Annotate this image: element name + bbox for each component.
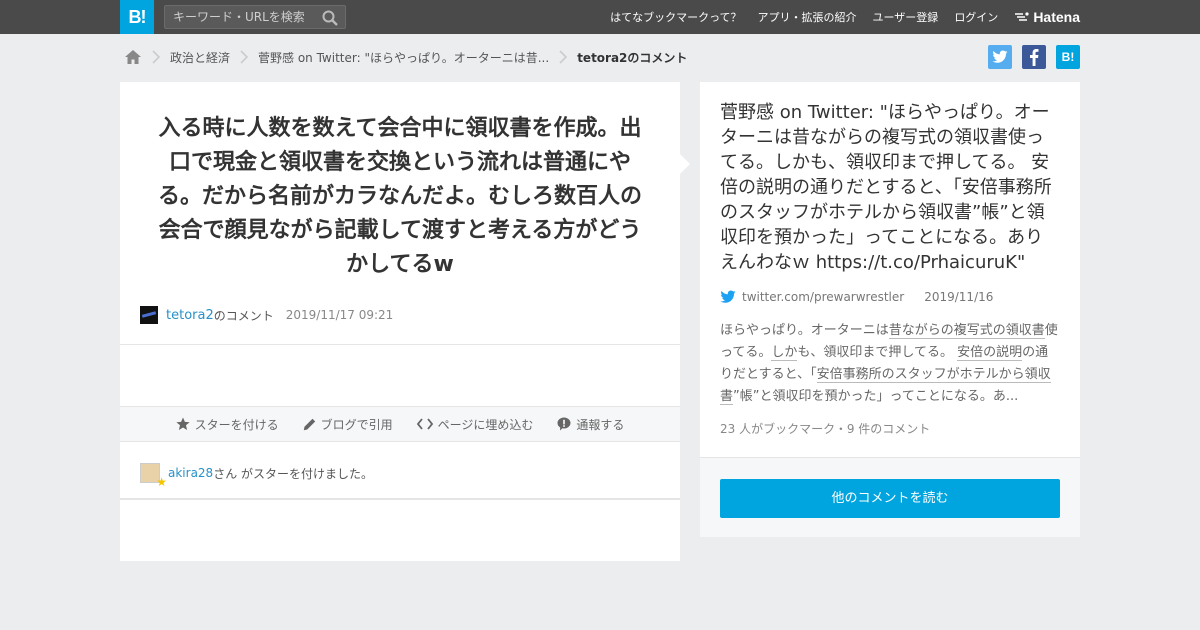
hatena-bookmark-logo[interactable]: B! bbox=[120, 0, 154, 34]
comment-card: 入る時に人数を数えて会合中に領収書を作成。出口で現金と領収書を交換という流れは普… bbox=[120, 82, 680, 561]
keyword-link[interactable]: しか bbox=[771, 345, 798, 361]
comment-actions: スターを付ける ブログで引用 ページに埋め込む 通報する bbox=[120, 406, 680, 442]
comment-user-suffix: のコメント bbox=[213, 308, 274, 323]
twitter-icon bbox=[992, 50, 1008, 63]
bookmark-counts[interactable]: 23 人がブックマーク・9 件のコメント bbox=[720, 420, 930, 437]
summary-text: ”帳”と領収印を預かった」ってことになる。あ... bbox=[733, 389, 1019, 404]
report-button[interactable]: 通報する bbox=[557, 416, 624, 433]
hatena-bookmark-share-button[interactable]: B! bbox=[1056, 45, 1080, 69]
breadcrumb-category[interactable]: 政治と経済 bbox=[170, 49, 230, 66]
chevron-right-icon bbox=[559, 50, 568, 64]
comment-meta: tetora2 のコメント 2019/11/17 09:21 bbox=[140, 306, 393, 324]
nav-register[interactable]: ユーザー登録 bbox=[873, 9, 939, 25]
add-star-button[interactable]: スターを付ける bbox=[175, 416, 279, 433]
add-star-label: スターを付ける bbox=[194, 417, 279, 432]
entry-date: 2019/11/16 bbox=[924, 290, 994, 304]
star-icon bbox=[175, 417, 190, 430]
comment-text: 入る時に人数を数えて会合中に領収書を作成。出口で現金と領収書を交換という流れは普… bbox=[157, 116, 642, 277]
star-user-link[interactable]: akira28 bbox=[168, 466, 213, 480]
breadcrumb-entry[interactable]: 菅野感 on Twitter: "ほらやっぱり。オーターニは昔... bbox=[258, 49, 549, 66]
star-icon: ★ bbox=[156, 475, 167, 489]
divider bbox=[120, 344, 680, 345]
read-more-comments-button[interactable]: 他のコメントを読む bbox=[720, 479, 1060, 518]
blog-quote-label: ブログで引用 bbox=[320, 417, 393, 432]
facebook-icon bbox=[1030, 49, 1039, 66]
entry-card: 菅野感 on Twitter: "ほらやっぱり。オーターニは昔ながらの複写式の領… bbox=[700, 82, 1080, 537]
search-input[interactable] bbox=[165, 6, 315, 28]
keyword-link[interactable]: 昔ながらの複写式の領収書 bbox=[888, 323, 1045, 339]
hatena-brand-label: Hatena bbox=[1033, 9, 1080, 25]
blog-quote-button[interactable]: ブログで引用 bbox=[303, 416, 393, 433]
avatar[interactable] bbox=[140, 306, 158, 324]
keyword-link[interactable]: 安倍の説明 bbox=[957, 345, 1023, 361]
breadcrumb: 政治と経済 菅野感 on Twitter: "ほらやっぱり。オーターニは昔...… bbox=[124, 46, 687, 68]
entry-card-footer: 他のコメントを読む bbox=[700, 457, 1080, 537]
summary-text: も、領収印まで押してる。 bbox=[797, 345, 958, 360]
twitter-icon bbox=[720, 290, 736, 303]
entry-source-link[interactable]: twitter.com/prewarwrestler bbox=[742, 290, 904, 304]
share-buttons: B! bbox=[978, 45, 1080, 69]
chevron-right-icon bbox=[152, 50, 161, 64]
pencil-icon bbox=[303, 418, 315, 430]
card-pointer bbox=[680, 154, 690, 174]
avatar[interactable]: ★ bbox=[140, 463, 167, 489]
nav-apps[interactable]: アプリ・拡張の紹介 bbox=[758, 9, 857, 25]
chevron-right-icon bbox=[240, 50, 249, 64]
comment-user-link[interactable]: tetora2 bbox=[166, 308, 214, 323]
home-icon[interactable] bbox=[124, 49, 142, 65]
entry-source: twitter.com/prewarwrestler 2019/11/16 bbox=[720, 290, 993, 304]
top-bar: B! はてなブックマークって？ アプリ・拡張の紹介 ユーザー登録 ログイン Ha… bbox=[0, 0, 1200, 34]
star-notification: ★ akira28 さん がスターを付けました。 bbox=[140, 463, 374, 489]
hatena-brand[interactable]: Hatena bbox=[1014, 9, 1080, 25]
summary-text: ほらやっぱり。オーターニは bbox=[720, 323, 889, 338]
entry-title[interactable]: 菅野感 on Twitter: "ほらやっぱり。オーターニは昔ながらの複写式の領… bbox=[720, 100, 1060, 275]
hatena-icon bbox=[1015, 12, 1029, 21]
breadcrumb-current: tetora2のコメント bbox=[577, 50, 688, 65]
nav-about[interactable]: はてなブックマークって？ bbox=[610, 9, 741, 25]
code-icon bbox=[416, 418, 433, 430]
report-icon bbox=[557, 417, 571, 431]
nav-login[interactable]: ログイン bbox=[954, 9, 998, 25]
top-nav: はてなブックマークって？ アプリ・拡張の紹介 ユーザー登録 ログイン Haten… bbox=[594, 0, 1080, 34]
entry-summary: ほらやっぱり。オーターニは昔ながらの複写式の領収書使ってる。しかも、領収印まで押… bbox=[720, 320, 1060, 408]
facebook-share-button[interactable] bbox=[1022, 45, 1046, 69]
embed-button[interactable]: ページに埋め込む bbox=[416, 416, 534, 433]
report-label: 通報する bbox=[576, 417, 625, 432]
divider bbox=[120, 498, 680, 500]
search-icon[interactable] bbox=[321, 9, 339, 27]
twitter-share-button[interactable] bbox=[988, 45, 1012, 69]
embed-label: ページに埋め込む bbox=[437, 417, 534, 432]
star-notification-text: さん がスターを付けました。 bbox=[213, 466, 374, 481]
search-box bbox=[164, 5, 346, 29]
comment-date: 2019/11/17 09:21 bbox=[285, 308, 394, 322]
